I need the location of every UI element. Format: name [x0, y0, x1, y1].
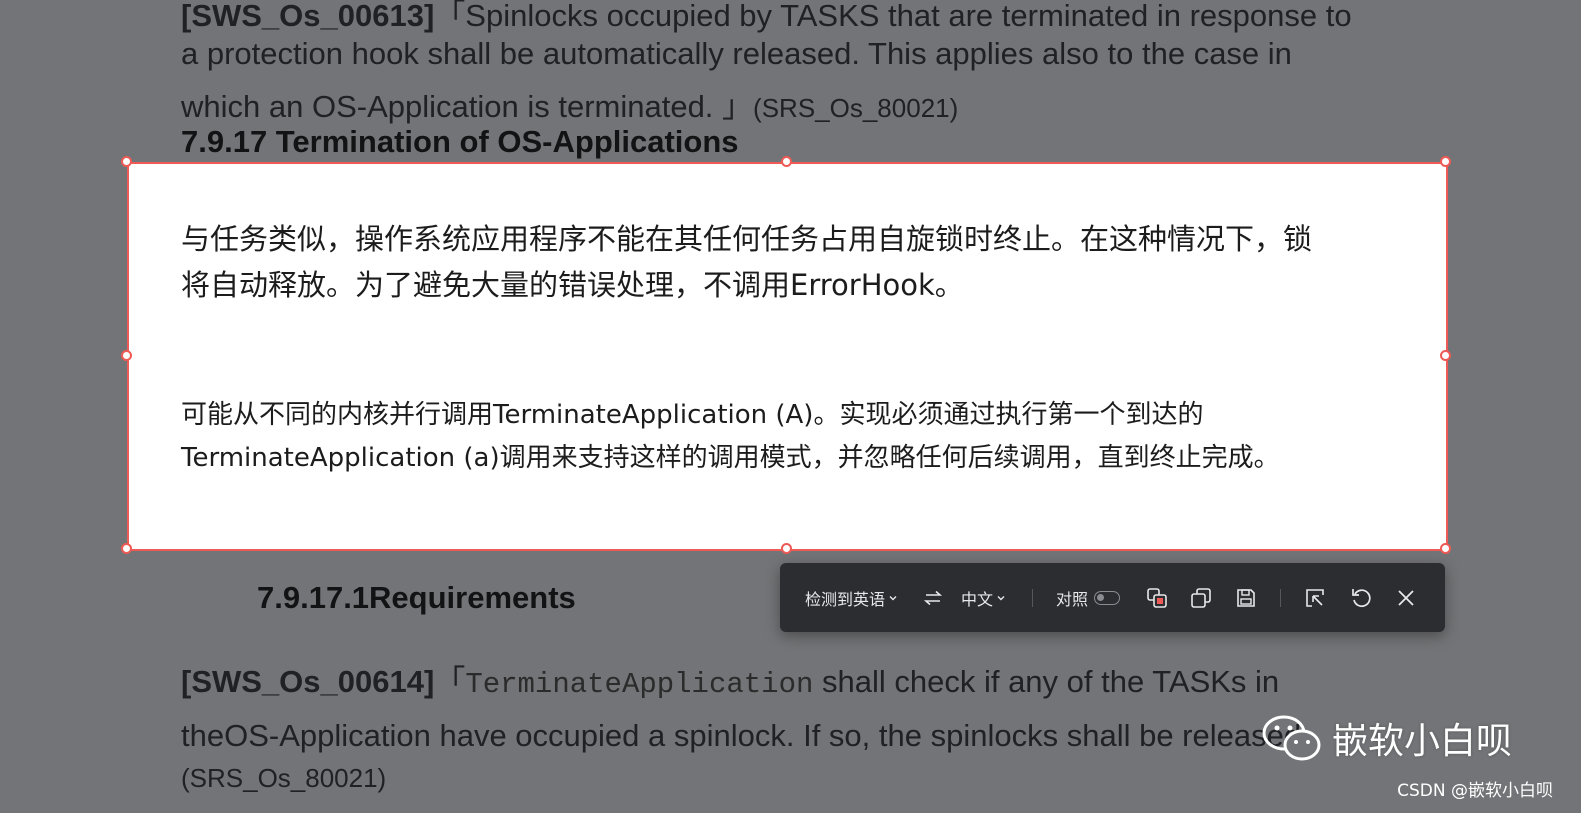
- requirement-id: [SWS_Os_00613]: [181, 0, 435, 33]
- toggle-switch[interactable]: [1094, 590, 1121, 605]
- translation-line: 与任务类似，操作系统应用程序不能在其任何任务占用自旋锁时终止。在这种情况下，锁: [181, 222, 1313, 256]
- swap-icon[interactable]: [923, 563, 943, 632]
- source-reference: (SRS_Os_80021): [753, 93, 959, 123]
- resize-handle-left[interactable]: [121, 350, 132, 361]
- paragraph-text: which an OS-Application is terminated. 」: [181, 89, 754, 124]
- resize-handle-bottom-right[interactable]: [1440, 543, 1451, 554]
- pin-icon[interactable]: [1304, 563, 1326, 632]
- compare-label: 对照: [1056, 589, 1089, 609]
- resize-handle-top-left[interactable]: [121, 156, 132, 167]
- paragraph-text: 「Spinlocks occupied by TASKS that are te…: [434, 0, 1352, 33]
- resize-handle-right[interactable]: [1440, 350, 1451, 361]
- paragraph-2-line-2: theOS-Application have occupied a spinlo…: [181, 718, 1310, 753]
- close-icon[interactable]: [1396, 563, 1416, 632]
- save-icon[interactable]: [1235, 563, 1257, 632]
- toolbar-divider: [1032, 589, 1033, 607]
- code-term: TerminateApplication: [465, 668, 814, 701]
- translation-line: 将自动释放。为了避免大量的错误处理，不调用ErrorHook。: [181, 268, 964, 302]
- target-language-dropdown[interactable]: 中文: [961, 563, 1006, 632]
- paragraph-1-line-2: a protection hook shall be automatically…: [181, 36, 1292, 71]
- paragraph-1-line-1: [SWS_Os_00613]「Spinlocks occupied by TAS…: [181, 0, 1352, 36]
- translation-line: 可能从不同的内核并行调用TerminateApplication (A)。实现必…: [181, 400, 1204, 430]
- compare-toggle[interactable]: 对照: [1056, 563, 1121, 632]
- copy-icon[interactable]: [1190, 563, 1212, 632]
- translate-image-icon[interactable]: [1146, 563, 1168, 632]
- resize-handle-bottom-left[interactable]: [121, 543, 132, 554]
- translation-line: TerminateApplication (a)调用来支持这样的调用模式，并忽略…: [181, 443, 1280, 473]
- section-heading: 7.9.17 Termination of OS-Applications: [181, 124, 739, 159]
- paragraph-1-line-3: which an OS-Application is terminated. 」…: [181, 87, 958, 128]
- source-language-dropdown[interactable]: 检测到英语: [805, 563, 898, 632]
- requirement-id: [SWS_Os_00614]: [181, 664, 435, 699]
- translation-selection-box[interactable]: 与任务类似，操作系统应用程序不能在其任何任务占用自旋锁时终止。在这种情况下，锁 …: [127, 162, 1448, 551]
- resize-handle-top-right[interactable]: [1440, 156, 1451, 167]
- subsection-heading: 7.9.17.1Requirements: [257, 580, 576, 615]
- translation-toolbar: 检测到英语 中文 对照: [780, 563, 1445, 632]
- chevron-down-icon: [996, 593, 1006, 603]
- source-language-label: 检测到英语: [805, 589, 886, 609]
- target-language-label: 中文: [961, 589, 994, 609]
- translation-paragraph-2: 可能从不同的内核并行调用TerminateApplication (A)。实现必…: [181, 394, 1421, 480]
- translation-paragraph-1: 与任务类似，操作系统应用程序不能在其任何任务占用自旋锁时终止。在这种情况下，锁 …: [181, 216, 1421, 308]
- bracket: 「: [434, 664, 466, 699]
- resize-handle-top[interactable]: [781, 156, 792, 167]
- paragraph-text: shall check if any of the TASKs in: [813, 664, 1280, 699]
- resize-handle-bottom[interactable]: [781, 543, 792, 554]
- watermark-text: 嵌软小白呗: [1332, 721, 1513, 762]
- refresh-icon[interactable]: [1350, 563, 1372, 632]
- chevron-down-icon: [888, 593, 898, 603]
- toolbar-divider: [1280, 589, 1281, 607]
- paragraph-2-line-1: [SWS_Os_00614]「TerminateApplication shal…: [181, 662, 1279, 705]
- csdn-credit: CSDN @嵌软小白呗: [1397, 781, 1553, 801]
- source-reference: (SRS_Os_80021): [181, 763, 387, 793]
- watermark: 嵌软小白呗: [1262, 712, 1512, 764]
- wechat-icon: [1262, 713, 1324, 763]
